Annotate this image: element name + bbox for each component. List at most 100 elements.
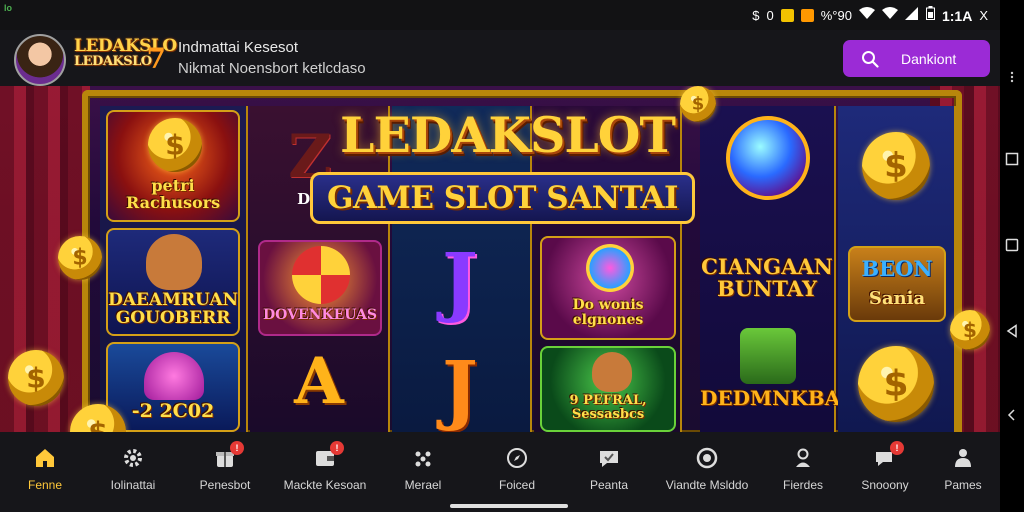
coin-icon	[862, 132, 930, 200]
header-title: Indmattai Kesesot	[178, 39, 299, 56]
nav-item-messages[interactable]: Peanta	[564, 442, 654, 498]
nav-label: Viandte Mslddo	[665, 478, 749, 492]
status-clock: 1:1A	[941, 7, 973, 24]
nav-label: Iolinattai	[110, 478, 156, 492]
nav-item-explore[interactable]: Foiced	[472, 442, 562, 498]
chat-bubble-icon: !	[873, 441, 904, 470]
gift-icon: !	[213, 441, 244, 470]
more-dots-icon[interactable]	[1005, 70, 1019, 84]
status-icons: $ 0 %°90 1:1A X	[752, 6, 988, 25]
notification-badge: !	[890, 441, 904, 455]
gem-orb-icon	[586, 244, 634, 292]
nav-label: Merael	[404, 478, 442, 492]
profile-icon	[951, 446, 975, 470]
fox-character-icon	[146, 234, 202, 290]
reel-column-1: petri Rachusors DAEAMRUAN GOUOBERR -2 2C…	[100, 106, 248, 432]
tile-label: CIANGAAN BUNTAY	[701, 254, 833, 302]
slot-tile: petri Rachusors	[106, 110, 240, 222]
slot-tile: DOVENKEUAS	[258, 240, 382, 336]
slot-symbol: J	[442, 236, 478, 325]
nav-item-friends[interactable]: Fierdes	[758, 442, 848, 498]
nav-item-wallet[interactable]: ! Mackte Kesoan	[280, 441, 370, 498]
nav-label: Mackte Kesoan	[283, 478, 367, 492]
dots-icon	[411, 446, 435, 470]
nav-label: Penesbot	[199, 478, 251, 492]
coin-icon	[58, 236, 102, 280]
wifi-icon	[858, 6, 875, 25]
slot-tile: BEON Sania	[848, 246, 946, 322]
nav-item-chat[interactable]: ! Snooony	[840, 441, 930, 498]
magic-orb-icon	[726, 116, 810, 200]
tile-label: DAEAMRUAN GOUOBERR	[108, 290, 239, 328]
system-nav	[1000, 0, 1024, 512]
nav-item-home[interactable]: Fenne	[0, 442, 90, 498]
header-action-button[interactable]: Dankiont	[843, 40, 990, 77]
reel-column-6: BEON Sania	[838, 106, 956, 432]
nav-label: Fenne	[27, 478, 63, 492]
user-circle-icon	[695, 446, 719, 470]
banner-headline: LEDAKSLOT	[340, 106, 676, 164]
alarm-icon	[780, 9, 794, 22]
coin-icon	[950, 310, 990, 350]
signal-icon	[904, 6, 919, 25]
percent-icon	[800, 9, 814, 22]
notification-badge: !	[330, 441, 344, 455]
dollar-icon: $	[752, 7, 760, 23]
reel-column-5: CIANGAAN BUNTAY DEDMNKBA	[700, 106, 841, 432]
avatar[interactable]	[14, 34, 66, 86]
coin-icon	[148, 118, 202, 172]
nav-item-vip[interactable]: Viandte Mslddo	[662, 442, 752, 498]
nav-item-gift[interactable]: ! Penesbot	[180, 441, 270, 498]
heart-icon	[144, 352, 204, 400]
promo-banner[interactable]: petri Rachusors DAEAMRUAN GOUOBERR -2 2C…	[0, 86, 1000, 432]
nav-item-settings[interactable]: Iolinattai	[88, 442, 178, 498]
coin-icon	[858, 346, 934, 422]
tile-label: DEDMNKBA	[700, 386, 841, 410]
fox-character-icon	[592, 352, 632, 392]
gear-icon	[121, 446, 145, 470]
back-icon[interactable]	[1005, 324, 1019, 338]
notification-icon: lo	[4, 3, 12, 13]
sign-label-2: Sania	[868, 288, 926, 309]
chevron-left-icon[interactable]	[1005, 408, 1019, 422]
status-bar: lo $ 0 %°90 1:1A X	[0, 0, 1000, 30]
nav-label: Foiced	[498, 478, 536, 492]
notification-badge: !	[230, 441, 244, 455]
slot-tile: -2 2C02	[106, 342, 240, 432]
battery-icon	[925, 6, 935, 25]
logo-seven: 7	[146, 42, 166, 75]
potion-icon	[740, 328, 796, 384]
coin-icon	[8, 350, 64, 406]
sign-label-1: BEON	[861, 256, 933, 281]
wallet-icon: !	[313, 441, 344, 470]
person-icon	[791, 446, 815, 470]
tile-label: -2 2C02	[131, 400, 215, 422]
tile-label: 9 PEFRAL, Sessasbcs	[569, 393, 647, 422]
chat-check-icon	[597, 446, 621, 470]
bottom-nav: Fenne Iolinattai ! Penesbot ! Mackte Kes…	[0, 432, 1000, 512]
shield-icon: 0	[766, 7, 774, 23]
header-subtitle: Nikmat Noensbort ketlcdaso	[178, 60, 366, 77]
nav-item-profile[interactable]: Pames	[918, 442, 1008, 498]
home-icon	[33, 446, 57, 470]
home-indicator[interactable]	[450, 504, 568, 508]
slot-tile: DAEAMRUAN GOUOBERR	[106, 228, 240, 336]
header-action-label: Dankiont	[901, 50, 957, 67]
tile-label: petri Rachusors	[125, 176, 221, 212]
tile-label: Do wonis elgnones	[572, 297, 644, 328]
nav-item-more[interactable]: Merael	[378, 442, 468, 498]
search-icon	[862, 50, 879, 68]
home-square-icon[interactable]	[1005, 238, 1019, 252]
app-logo[interactable]: LEDAKSLO LEDAKSLO 7	[74, 38, 177, 80]
slot-symbol: A	[294, 344, 344, 419]
nav-label: Snooony	[861, 478, 909, 492]
recents-icon[interactable]	[1005, 152, 1019, 166]
coin-icon	[680, 86, 716, 122]
banner-subheadline: GAME SLOT SANTAI	[310, 172, 695, 224]
signal-text: %°90	[820, 7, 852, 23]
nav-label: Fierdes	[782, 478, 823, 492]
close-icon[interactable]: X	[979, 7, 988, 25]
slot-tile: 9 PEFRAL, Sessasbcs	[540, 346, 676, 432]
nav-label: Peanta	[589, 478, 629, 492]
candy-icon	[292, 246, 350, 304]
